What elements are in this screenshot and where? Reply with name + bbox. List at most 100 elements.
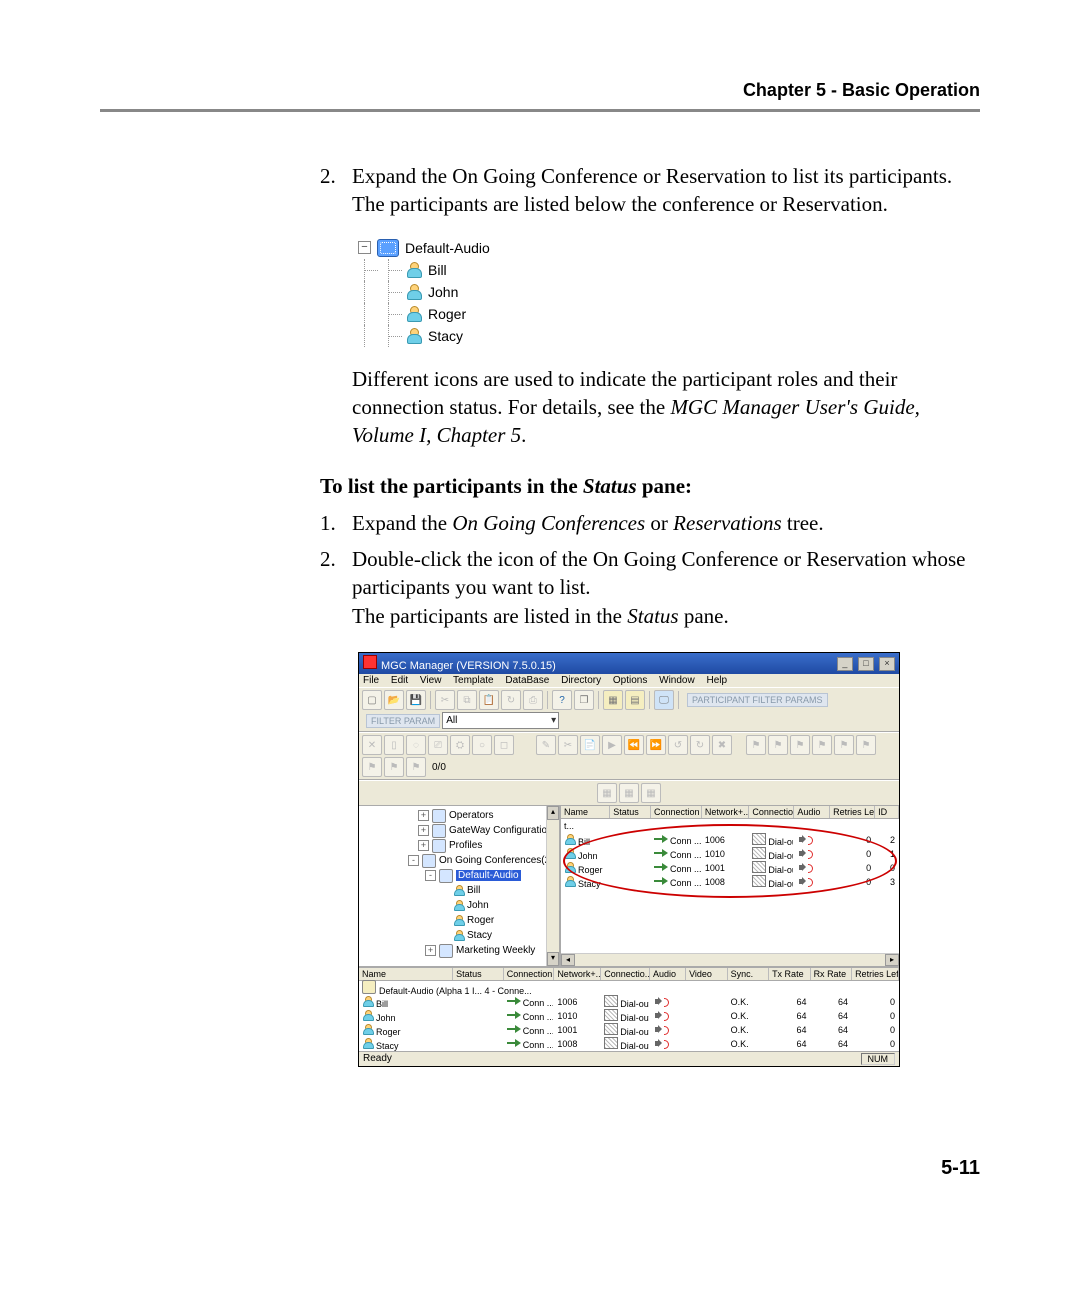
tb2-icon[interactable]: ↺	[668, 735, 688, 755]
monitor-icon[interactable]: 🖵	[654, 690, 674, 710]
status-row[interactable]: t...	[561, 819, 899, 833]
tb3-icon[interactable]: ▦	[597, 783, 617, 803]
open-icon[interactable]: 📂	[384, 690, 404, 710]
expand-icon[interactable]: +	[418, 840, 429, 851]
collapse-icon[interactable]: -	[425, 870, 436, 881]
save-icon[interactable]: 💾	[406, 690, 426, 710]
left-scrollbar[interactable]: ▴ ▾	[546, 806, 559, 966]
grid-row[interactable]: RogerConn ...1001Dial-outO.K.64640	[359, 1023, 899, 1037]
tb2-icon[interactable]: ▶	[602, 735, 622, 755]
maximize-button[interactable]: □	[858, 657, 874, 671]
scroll-left-icon[interactable]: ◂	[561, 954, 575, 966]
grid-row[interactable]: StacyConn ...1008Dial-outO.K.64640	[359, 1037, 899, 1051]
menu-options[interactable]: Options	[613, 675, 647, 686]
tree-node[interactable]: John	[363, 898, 555, 913]
tree-node[interactable]: +GateWay Configuration	[363, 823, 555, 838]
tb2-icon[interactable]: ⏪	[624, 735, 644, 755]
copy-icon[interactable]: ⧉	[457, 690, 477, 710]
minimize-button[interactable]: _	[837, 657, 853, 671]
menu-edit[interactable]: Edit	[391, 675, 408, 686]
tb2-icon[interactable]: ◻	[494, 735, 514, 755]
col-retries[interactable]: Retries Left	[830, 806, 875, 818]
col-id[interactable]: ID	[875, 806, 899, 818]
tb2-icon[interactable]: ⚑	[812, 735, 832, 755]
help-icon[interactable]: ?	[552, 690, 572, 710]
status-header[interactable]: Name Status Connection Network+... Conne…	[561, 806, 899, 819]
tb2-icon[interactable]: ✎	[536, 735, 556, 755]
tile-icon[interactable]: ▦	[603, 690, 623, 710]
tree-node[interactable]: -On Going Conferences(2)	[363, 853, 555, 868]
cascade-icon[interactable]: ❐	[574, 690, 594, 710]
tb2-icon[interactable]: ⏩	[646, 735, 666, 755]
tb2-icon[interactable]: ▯	[384, 735, 404, 755]
tb3-icon[interactable]: ▦	[641, 783, 661, 803]
tb2-icon[interactable]: ⚑	[362, 757, 382, 777]
col-network[interactable]: Network+...	[702, 806, 750, 818]
left-tree-panel[interactable]: +Operators+GateWay Configuration+Profile…	[359, 806, 561, 966]
new-icon[interactable]: ▢	[362, 690, 382, 710]
expand-icon[interactable]: +	[425, 945, 436, 956]
tb2-icon[interactable]: ⚑	[856, 735, 876, 755]
tb2-icon[interactable]: ⛭	[450, 735, 470, 755]
tb2-icon[interactable]: ✕	[362, 735, 382, 755]
status-row[interactable]: StacyConn ...1008Dial-out03	[561, 875, 899, 889]
tree-node[interactable]: Bill	[363, 883, 555, 898]
person-icon	[406, 328, 422, 344]
status-row[interactable]: RogerConn ...1001Dial-out00	[561, 861, 899, 875]
expand-icon[interactable]: +	[418, 810, 429, 821]
tb2-icon[interactable]: ⚑	[834, 735, 854, 755]
status-row[interactable]: BillConn ...1006Dial-out02	[561, 833, 899, 847]
grid-row[interactable]: BillConn ...1006Dial-outO.K.64640	[359, 995, 899, 1009]
tb2-icon[interactable]: ⚑	[384, 757, 404, 777]
grid-row[interactable]: JohnConn ...1010Dial-outO.K.64640	[359, 1009, 899, 1023]
menu-file[interactable]: File	[363, 675, 379, 686]
menu-view[interactable]: View	[420, 675, 442, 686]
cut-icon[interactable]: ✂	[435, 690, 455, 710]
tb2-icon[interactable]: ✖	[712, 735, 732, 755]
tb2-icon[interactable]: ⚑	[790, 735, 810, 755]
tb2-icon[interactable]: ↻	[690, 735, 710, 755]
tree-node[interactable]: +Profiles	[363, 838, 555, 853]
scroll-down-icon[interactable]: ▾	[547, 952, 559, 966]
tb2-icon[interactable]: ⚑	[746, 735, 766, 755]
tree-node[interactable]: -Default-Audio	[363, 868, 555, 883]
scroll-right-icon[interactable]: ▸	[885, 954, 899, 966]
tree-node[interactable]: Stacy	[363, 928, 555, 943]
tree-node[interactable]: +Marketing Weekly	[363, 943, 555, 958]
col-name[interactable]: Name	[561, 806, 610, 818]
tb2-icon[interactable]: ⎚	[428, 735, 448, 755]
col-audio[interactable]: Audio	[794, 806, 830, 818]
print-icon[interactable]: ⎙	[523, 690, 543, 710]
tb2-icon[interactable]: ○	[472, 735, 492, 755]
col-connection[interactable]: Connection	[651, 806, 702, 818]
tb2-icon[interactable]: ✂	[558, 735, 578, 755]
menu-database[interactable]: DataBase	[505, 675, 549, 686]
close-button[interactable]: ×	[879, 657, 895, 671]
tb3-icon[interactable]: ▦	[619, 783, 639, 803]
tb2-icon[interactable]: ⚑	[406, 757, 426, 777]
menu-window[interactable]: Window	[659, 675, 695, 686]
col-status[interactable]: Status	[610, 806, 651, 818]
list2-a: Double-click the icon of the On Going Co…	[352, 545, 970, 602]
bottom-title-row[interactable]: Default-Audio (Alpha 1 I... 4 - Conne...	[359, 981, 899, 995]
menu-directory[interactable]: Directory	[561, 675, 601, 686]
refresh-icon[interactable]: ↻	[501, 690, 521, 710]
tb2-icon[interactable]: ⚑	[768, 735, 788, 755]
layout-icon[interactable]: ▤	[625, 690, 645, 710]
col-conn2[interactable]: Connectio...	[749, 806, 794, 818]
person-icon	[453, 885, 464, 896]
scroll-up-icon[interactable]: ▴	[547, 806, 559, 820]
step-2: 2. Expand the On Going Conference or Res…	[320, 162, 970, 219]
tree-node[interactable]: Roger	[363, 913, 555, 928]
status-row[interactable]: JohnConn ...1010Dial-out01	[561, 847, 899, 861]
collapse-icon[interactable]: -	[408, 855, 419, 866]
menu-help[interactable]: Help	[707, 675, 728, 686]
expand-icon[interactable]: +	[418, 825, 429, 836]
menu-template[interactable]: Template	[453, 675, 494, 686]
right-h-scrollbar[interactable]: ◂▸	[561, 953, 899, 966]
filter-select[interactable]: All	[442, 712, 559, 729]
tb2-icon[interactable]: ◌	[406, 735, 426, 755]
tb2-icon[interactable]: 📄	[580, 735, 600, 755]
tree-node[interactable]: +Operators	[363, 808, 555, 823]
paste-icon[interactable]: 📋	[479, 690, 499, 710]
